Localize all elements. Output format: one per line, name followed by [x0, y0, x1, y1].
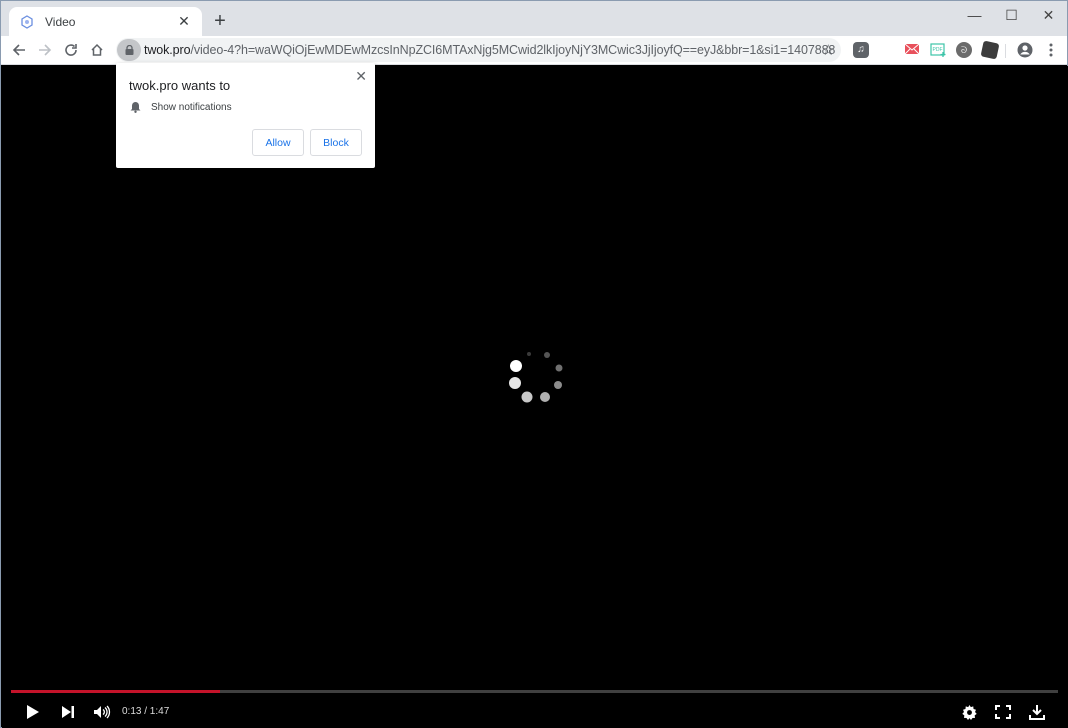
kebab-menu-icon: [1049, 43, 1053, 57]
volume-button[interactable]: [91, 701, 113, 723]
dark-extension-icon[interactable]: [980, 40, 1000, 60]
browser-toolbar: twok.pro/video-4?h=waWQiOjEwMDEwMzcsInNp…: [1, 36, 1067, 65]
site-favicon-icon: [19, 14, 35, 30]
play-icon: [27, 705, 39, 719]
reload-button[interactable]: [60, 39, 82, 61]
site-info-button[interactable]: [117, 39, 141, 61]
back-button[interactable]: [8, 39, 30, 61]
toolbar-separator: [1005, 44, 1006, 58]
tab-title: Video: [45, 14, 76, 29]
arrow-left-icon: [12, 44, 25, 56]
permission-label: Show notifications: [151, 101, 232, 113]
fullscreen-button[interactable]: [993, 701, 1013, 723]
time-display: 0:13 / 1:47: [122, 706, 170, 717]
next-button[interactable]: [58, 701, 78, 723]
fullscreen-icon: [995, 705, 1011, 719]
settings-button[interactable]: [959, 701, 979, 723]
bookmark-star-icon[interactable]: ☆: [822, 41, 835, 59]
bell-icon: [130, 102, 141, 113]
music-extension-icon[interactable]: ♫: [853, 42, 869, 58]
notification-permission-popup: twok.pro wants to ✕ Show notifications A…: [116, 63, 375, 168]
avatar-icon: [1017, 42, 1033, 58]
download-icon: [1029, 705, 1045, 720]
address-bar[interactable]: twok.pro/video-4?h=waWQiOjEwMDEwMzcsInNp…: [116, 38, 841, 62]
reload-icon: [65, 44, 77, 56]
lock-icon: [125, 45, 133, 55]
gear-icon: [961, 704, 977, 720]
play-button[interactable]: [23, 701, 43, 723]
mail-extension-icon[interactable]: [904, 42, 920, 58]
download-button[interactable]: [1027, 701, 1047, 723]
allow-button[interactable]: Allow: [252, 129, 304, 156]
seek-bar[interactable]: [11, 690, 1058, 693]
svg-text:PDF: PDF: [933, 47, 943, 53]
loading-spinner-icon: [509, 352, 563, 403]
url-text[interactable]: twok.pro/video-4?h=waWQiOjEwMDEwMzcsInNp…: [144, 43, 835, 57]
permission-row: Show notifications: [130, 101, 232, 113]
forward-button[interactable]: [34, 39, 56, 61]
pdf-extension-icon[interactable]: PDF: [930, 42, 946, 58]
seek-bar-played: [11, 690, 221, 693]
close-window-button[interactable]: ✕: [1030, 1, 1067, 29]
arrow-right-icon: [39, 44, 52, 56]
circular-extension-icon[interactable]: ᘐ: [956, 42, 972, 58]
volume-icon: [94, 705, 111, 719]
menu-button[interactable]: [1040, 39, 1062, 61]
maximize-button[interactable]: ☐: [993, 1, 1030, 29]
minimize-button[interactable]: —: [956, 1, 993, 29]
home-icon: [91, 43, 103, 56]
tab-close-icon[interactable]: ✕: [176, 13, 192, 30]
browser-window: Video ✕ + — ☐ ✕ twok.pro/video-4?h=waWQi…: [0, 0, 1068, 728]
new-tab-button[interactable]: +: [210, 11, 230, 31]
tab-strip: Video ✕ + — ☐ ✕: [1, 1, 1067, 36]
skip-next-icon: [62, 706, 74, 718]
popup-title: twok.pro wants to: [129, 78, 231, 93]
home-button[interactable]: [86, 39, 108, 61]
popup-close-icon[interactable]: ✕: [355, 68, 367, 85]
profile-button[interactable]: [1014, 39, 1036, 61]
tab-video[interactable]: Video ✕: [9, 7, 202, 36]
block-button[interactable]: Block: [310, 129, 362, 156]
